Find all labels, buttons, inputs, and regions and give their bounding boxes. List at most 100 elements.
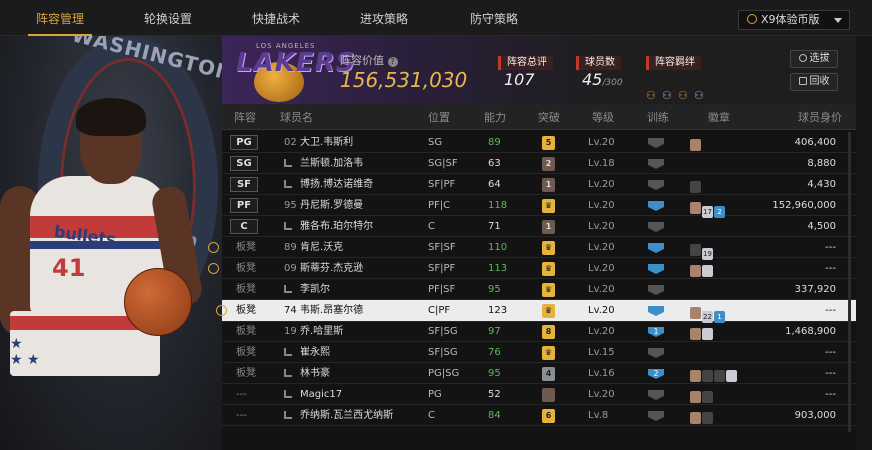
tab-defense-strategy[interactable]: 防守策略 xyxy=(470,0,518,36)
player-ability: 89 xyxy=(488,137,501,148)
player-level: Lv.20 xyxy=(588,200,615,211)
signal-icon xyxy=(284,216,294,237)
player-position: PF|SF xyxy=(428,284,456,295)
lineup-value-label-text: 阵容价值 xyxy=(340,54,384,67)
tab-offense-strategy[interactable]: 进攻策略 xyxy=(360,0,408,36)
training-icon[interactable] xyxy=(648,264,664,274)
training-icon[interactable] xyxy=(648,285,664,295)
player-ability: 97 xyxy=(488,326,501,337)
table-row[interactable]: --- 乔纳斯.瓦兰西尤纳斯 C 84 6 Lv.8 903,000 xyxy=(222,405,856,426)
lineup-bench-label: 板凳 xyxy=(236,326,256,337)
training-icon[interactable] xyxy=(648,159,664,169)
training-icon[interactable] xyxy=(648,138,664,148)
tab-rotation-settings[interactable]: 轮换设置 xyxy=(144,0,192,36)
table-row[interactable]: C 雅各布.珀尔特尔 C 71 1 Lv.20 4,500 xyxy=(222,216,856,237)
badge-icon xyxy=(690,307,701,319)
header-ability[interactable]: 能力 xyxy=(484,104,506,132)
player-ability: 84 xyxy=(488,410,501,421)
recycle-button-label: 回收 xyxy=(809,76,830,87)
table-row[interactable]: SG 兰斯顿.加洛韦 SG|SF 63 2 Lv.18 8,880 xyxy=(222,153,856,174)
badge-icon xyxy=(702,391,713,403)
lineup-rating-value: 107 xyxy=(504,70,535,89)
badge-list[interactable] xyxy=(690,409,714,428)
table-row[interactable]: --- Magic17 PG 52 Lv.20 --- xyxy=(222,384,856,405)
badge-icon xyxy=(726,370,737,382)
player-name[interactable]: 李凯尔 xyxy=(300,279,330,300)
player-name[interactable]: 崔永熙 xyxy=(300,342,330,363)
player-name[interactable]: 肯尼.沃克 xyxy=(300,237,343,258)
player-level: Lv.20 xyxy=(588,284,615,295)
tab-quick-tactics[interactable]: 快捷战术 xyxy=(252,0,300,36)
header-lineup[interactable]: 阵容 xyxy=(234,104,256,132)
header-level[interactable]: 等级 xyxy=(592,104,614,132)
player-position: SF|PF xyxy=(428,179,456,190)
recycle-icon xyxy=(798,77,807,85)
player-position: SF|SG xyxy=(428,326,458,337)
recycle-button[interactable]: 回收 xyxy=(790,73,838,91)
header-breakthrough[interactable]: 突破 xyxy=(538,104,560,132)
training-icon[interactable] xyxy=(648,243,664,253)
player-name[interactable]: 大卫.韦斯利 xyxy=(300,132,353,153)
help-icon[interactable]: ? xyxy=(387,57,398,67)
player-position: SG|SF xyxy=(428,158,458,169)
table-row[interactable]: PF 95 丹尼斯.罗德曼 PF|C 118 ♛ Lv.20 17 2 152,960,000 xyxy=(222,195,856,218)
header-training[interactable]: 训练 xyxy=(647,104,669,132)
player-ability: 52 xyxy=(488,389,501,400)
header-player-value[interactable]: 球员身价 xyxy=(798,104,842,132)
table-row[interactable]: 板凳 09 斯蒂芬.杰克逊 SF|PF 113 ♛ Lv.20 --- xyxy=(208,258,856,279)
player-value: --- xyxy=(825,389,836,400)
training-icon[interactable] xyxy=(648,201,664,211)
header-position[interactable]: 位置 xyxy=(428,104,450,132)
table-row[interactable]: 板凳 林书豪 PG|SG 95 4 Lv.16 2 --- xyxy=(222,363,856,384)
training-icon[interactable] xyxy=(648,411,664,421)
training-icon[interactable] xyxy=(648,390,664,400)
training-icon[interactable]: 1 xyxy=(648,327,664,337)
training-icon[interactable] xyxy=(648,180,664,190)
bond-icon: ⚇ xyxy=(662,89,672,102)
player-name[interactable]: 乔.哈里斯 xyxy=(300,321,343,342)
header-player-name[interactable]: 球员名 xyxy=(280,104,313,132)
table-header: 阵容 球员名 位置 能力 突破 等级 训练 徽章 球员身价 xyxy=(222,104,856,130)
tab-lineup-management[interactable]: 阵容管理 xyxy=(27,0,93,36)
refresh-icon xyxy=(798,54,807,62)
breakthrough-badge: 1 xyxy=(542,220,555,234)
table-row[interactable]: 板凳 崔永熙 SF|SG 76 ♛ Lv.15 --- xyxy=(222,342,856,363)
player-name[interactable]: Magic17 xyxy=(300,384,342,405)
version-dropdown[interactable]: X9体验币版 xyxy=(738,10,850,30)
player-name[interactable]: 斯蒂芬.杰克逊 xyxy=(300,258,363,279)
table-row[interactable]: 板凳 李凯尔 PF|SF 95 ♛ Lv.20 337,920 xyxy=(222,279,856,300)
roster-table: 阵容 球员名 位置 能力 突破 等级 训练 徽章 球员身价 PG 02 大卫.韦斯利… xyxy=(208,104,856,450)
breakthrough-badge: 5 xyxy=(542,136,555,150)
table-row[interactable]: PG 02 大卫.韦斯利 SG 89 5 Lv.20 406,400 xyxy=(222,132,856,153)
scrollbar[interactable] xyxy=(848,132,851,432)
player-position: SF|PF xyxy=(428,263,456,274)
bond-icon: ⚇ xyxy=(646,89,656,102)
jersey-number: 95 xyxy=(284,200,297,211)
player-name[interactable]: 乔纳斯.瓦兰西尤纳斯 xyxy=(300,405,393,426)
player-ability: 64 xyxy=(488,179,501,190)
lineup-value-label: 阵容价值 ? xyxy=(340,52,398,68)
table-row[interactable]: SF 博扬.博达诺维奇 SF|PF 64 1 Lv.20 4,430 xyxy=(222,174,856,195)
bond-icons[interactable]: ⚇ ⚇ ⚇ ⚇ xyxy=(646,84,710,103)
player-name[interactable]: 雅各布.珀尔特尔 xyxy=(300,216,373,237)
player-name[interactable]: 博扬.博达诺维奇 xyxy=(300,174,373,195)
training-icon[interactable]: 2 xyxy=(648,369,664,379)
player-name[interactable]: 丹尼斯.罗德曼 xyxy=(300,195,363,216)
lineup-summary: LOS ANGELES LAKERS 阵容价值 ? 156,531,030 阵容… xyxy=(222,36,856,104)
alarm-icon xyxy=(208,242,219,253)
header-badges[interactable]: 徽章 xyxy=(708,104,730,132)
select-button-label: 选拔 xyxy=(809,53,830,64)
training-icon[interactable] xyxy=(648,306,664,316)
select-button[interactable]: 选拔 xyxy=(790,50,838,68)
table-row[interactable]: 板凳 19 乔.哈里斯 SF|SG 97 8 Lv.20 1 1,468,900 xyxy=(222,321,856,342)
training-icon[interactable] xyxy=(648,222,664,232)
player-hair xyxy=(76,98,146,136)
table-row[interactable]: 板凳 89 肯尼.沃克 SF|SF 110 ♛ Lv.20 19 --- xyxy=(208,237,856,260)
player-position: C|PF xyxy=(428,305,451,316)
player-name[interactable]: 林书豪 xyxy=(300,363,330,384)
player-name[interactable]: 兰斯顿.加洛韦 xyxy=(300,153,363,174)
lineup-bench-label: 板凳 xyxy=(236,242,256,253)
training-icon[interactable] xyxy=(648,348,664,358)
table-row[interactable]: 板凳 74 韦斯.昂塞尔德 C|PF 123 ♛ Lv.20 22 1 --- xyxy=(216,300,856,323)
player-name[interactable]: 韦斯.昂塞尔德 xyxy=(300,300,363,321)
